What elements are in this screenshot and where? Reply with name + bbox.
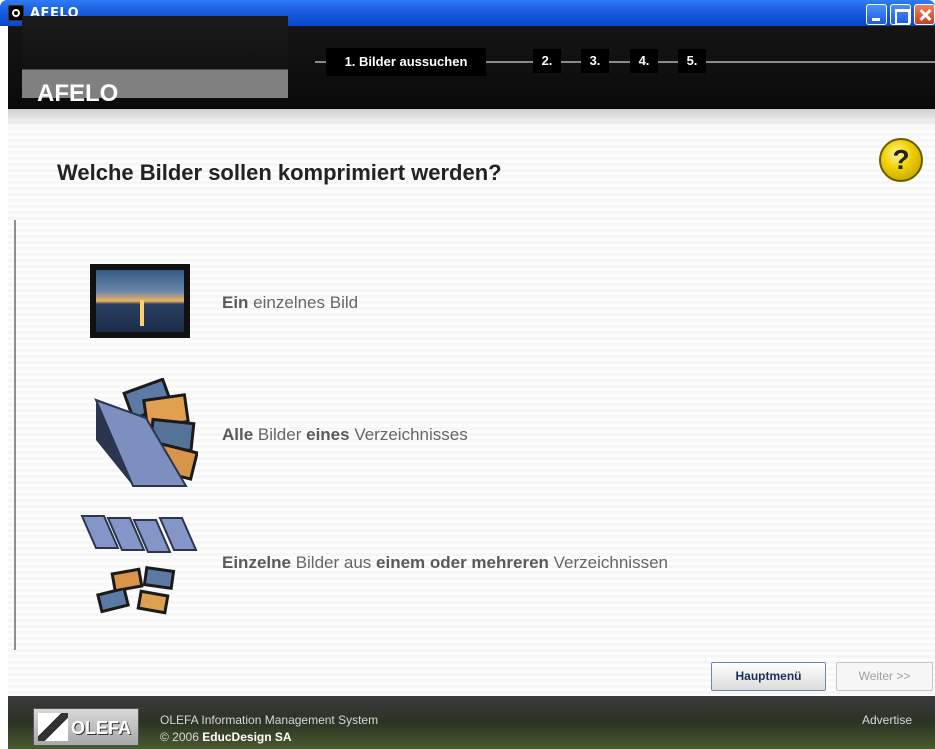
footer-bar — [8, 696, 935, 749]
olefa-logo-icon — [38, 713, 68, 741]
page-question: Welche Bilder sollen komprimiert werden? — [57, 160, 502, 185]
multiple-folders-icon — [80, 515, 198, 615]
footer-product-name: OLEFA Information Management System — [160, 713, 379, 727]
help-button[interactable]: ? — [879, 138, 923, 182]
advertise-link[interactable]: Advertise — [862, 713, 912, 727]
footer-copyright: © 2006 EducDesign SA — [160, 730, 292, 744]
minimize-button[interactable] — [866, 4, 887, 25]
option-single-picture[interactable]: Ein einzelnes Bild — [70, 250, 830, 370]
maximize-button[interactable] — [890, 4, 911, 25]
step-5[interactable]: 5. — [678, 49, 706, 73]
content-shadow — [8, 109, 935, 127]
next-button[interactable]: Weiter >> — [836, 662, 933, 691]
step-3[interactable]: 3. — [581, 49, 609, 73]
option-folder-pictures-label[interactable]: Alle Bilder eines Verzeichnisses — [222, 425, 468, 445]
single-picture-icon — [90, 264, 190, 338]
olefa-logo-text: OLEFA — [71, 718, 132, 738]
left-divider — [14, 220, 16, 650]
option-multiple-folders[interactable]: Einzelne Bilder aus einem oder mehreren … — [70, 502, 830, 622]
folder-pictures-icon — [94, 378, 198, 487]
main-menu-button[interactable]: Hauptmenü — [711, 662, 826, 691]
option-single-picture-label[interactable]: Ein einzelnes Bild — [222, 293, 358, 313]
close-button[interactable] — [914, 4, 935, 25]
olefa-logo[interactable]: OLEFA — [33, 708, 139, 746]
option-multiple-folders-label[interactable]: Einzelne Bilder aus einem oder mehreren … — [222, 553, 668, 573]
step-2[interactable]: 2. — [533, 49, 561, 73]
brand-title: AFELO — [37, 80, 119, 107]
step-1[interactable]: 1. Bilder aussuchen — [326, 48, 486, 76]
step-4[interactable]: 4. — [630, 49, 658, 73]
option-folder-pictures[interactable]: Alle Bilder eines Verzeichnisses — [70, 370, 830, 490]
